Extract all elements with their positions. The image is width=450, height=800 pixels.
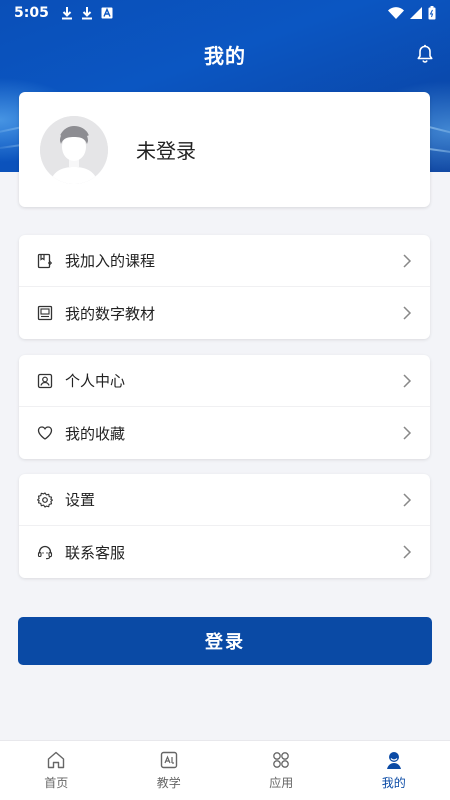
chevron-right-icon — [403, 306, 412, 320]
menu-item-contact-support[interactable]: 联系客服 — [19, 526, 430, 578]
menu-item-label: 联系客服 — [65, 543, 126, 562]
menu-item-my-favorites[interactable]: 我的收藏 — [19, 407, 430, 459]
book-icon — [37, 305, 53, 321]
notification-app-icon — [101, 7, 113, 19]
tab-label: 应用 — [269, 776, 294, 790]
menu-group-settings: 设置 联系客服 — [19, 474, 430, 578]
menu-item-label: 我加入的课程 — [65, 252, 156, 270]
home-icon — [48, 751, 65, 769]
login-status-text: 未登录 — [136, 139, 196, 163]
menu-item-my-courses[interactable]: 我加入的课程 — [19, 235, 430, 287]
page-header: 我的 — [0, 36, 450, 72]
tab-teaching[interactable]: 教学 — [113, 741, 226, 800]
course-icon — [37, 253, 53, 269]
menu-item-label: 我的收藏 — [65, 424, 126, 443]
menu-item-label: 设置 — [65, 491, 96, 509]
page-title: 我的 — [204, 43, 246, 68]
chevron-right-icon — [403, 426, 412, 440]
me-icon — [386, 752, 401, 769]
chevron-right-icon — [403, 545, 412, 559]
default-avatar-icon — [40, 115, 108, 184]
status-time: 5:05 — [14, 5, 49, 21]
bottom-tab-bar: 首页 教学 应用 我的 — [0, 740, 450, 800]
battery-icon — [428, 6, 436, 20]
profile-card[interactable]: 未登录 — [19, 92, 430, 207]
menu-group-courses: 我加入的课程 我的数字教材 — [19, 235, 430, 339]
menu-item-settings[interactable]: 设置 — [19, 474, 430, 526]
download-icon — [61, 7, 72, 20]
tab-label: 教学 — [156, 776, 181, 790]
signal-icon — [410, 7, 422, 19]
menu-item-label: 个人中心 — [65, 372, 126, 390]
tab-me[interactable]: 我的 — [338, 741, 450, 800]
menu-group-personal: 个人中心 我的收藏 — [19, 355, 430, 459]
tab-apps[interactable]: 应用 — [225, 741, 338, 800]
chevron-right-icon — [403, 373, 412, 388]
avatar[interactable] — [40, 115, 108, 184]
login-button[interactable]: 登录 — [18, 617, 432, 665]
chevron-right-icon — [403, 492, 412, 507]
menu-item-my-digital-textbooks[interactable]: 我的数字教材 — [19, 287, 430, 339]
menu-item-label: 我的数字教材 — [65, 304, 156, 323]
menu-item-personal-center[interactable]: 个人中心 — [19, 355, 430, 407]
bell-icon[interactable] — [416, 44, 434, 64]
chevron-right-icon — [403, 253, 412, 268]
tab-label: 首页 — [44, 776, 69, 790]
wifi-icon — [388, 7, 404, 19]
teaching-icon — [160, 751, 177, 769]
tab-label: 我的 — [381, 776, 406, 790]
tab-home[interactable]: 首页 — [0, 741, 113, 800]
heart-icon — [37, 425, 53, 441]
gear-icon — [37, 491, 53, 508]
person-card-icon — [37, 373, 53, 389]
status-bar: 5:05 — [0, 0, 450, 26]
download-icon — [81, 7, 92, 20]
apps-icon — [273, 752, 290, 768]
headset-icon — [37, 544, 53, 560]
